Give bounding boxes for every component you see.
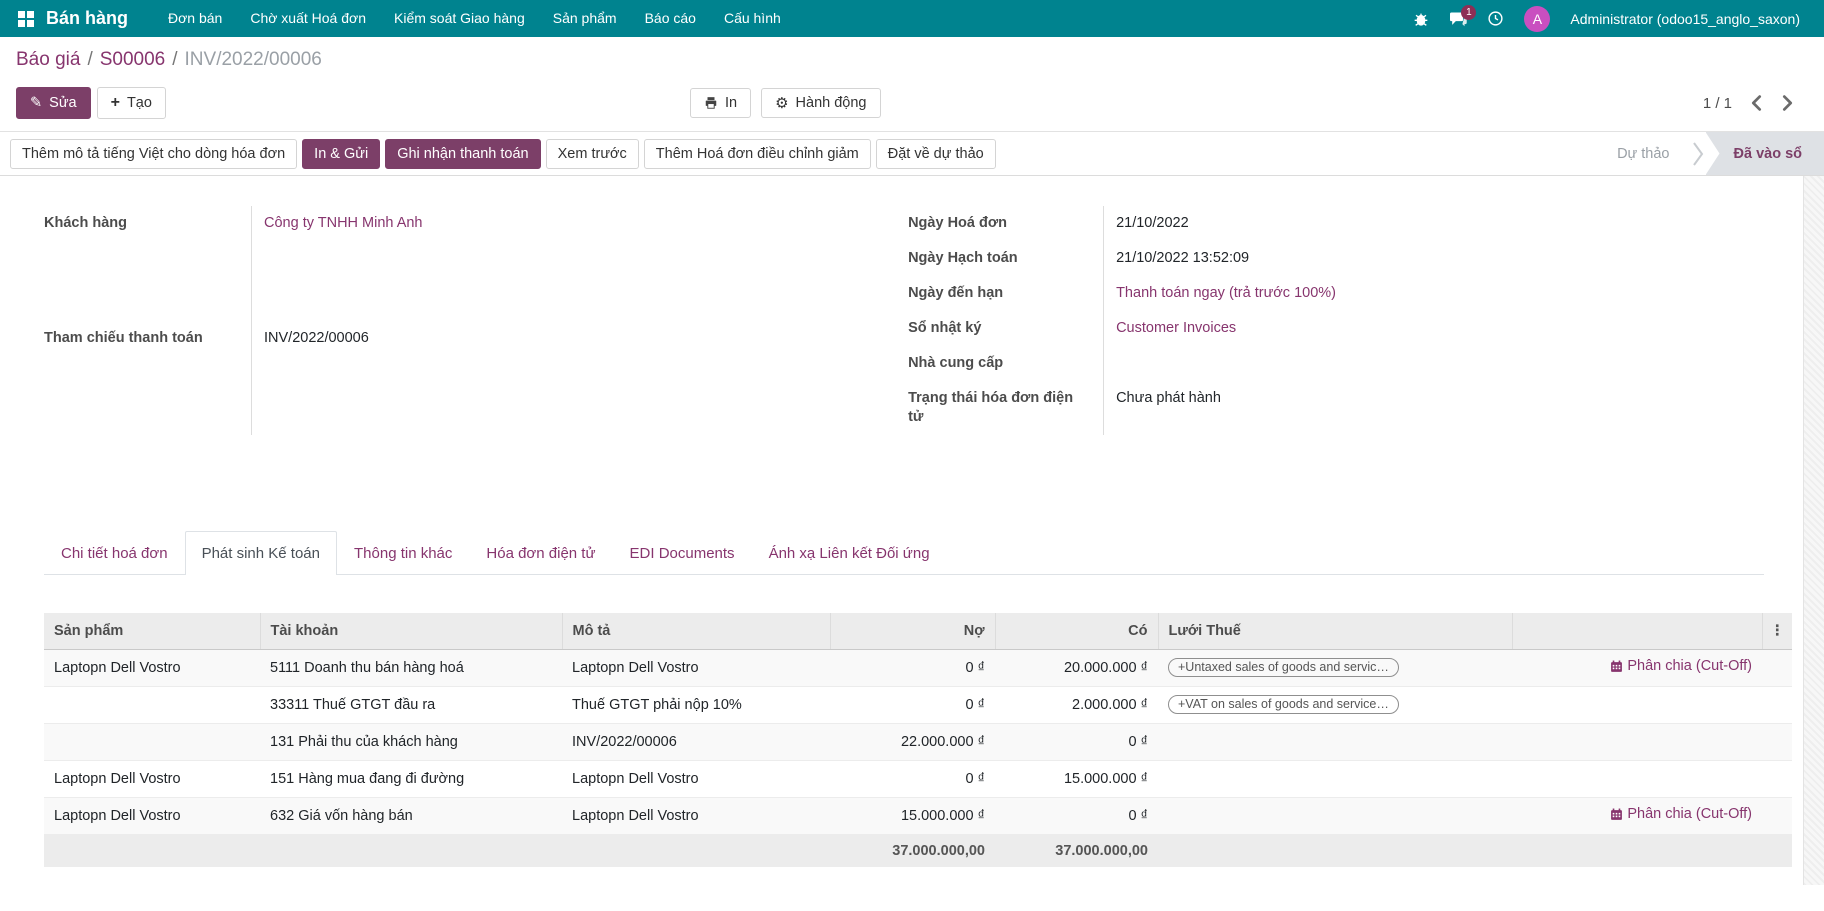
col-co[interactable]: Có [995,613,1158,649]
field-khach-hang: Khách hàng Công ty TNHH Minh Anh [44,206,864,321]
sheet-margin-pattern [1803,176,1824,885]
cutoff-link[interactable]: Phân chia (Cut-Off) [1610,658,1752,674]
notebook-tabs: Chi tiết hoá đơn Phát sinh Kế toán Thông… [44,530,1764,575]
user-menu[interactable]: Administrator (odoo15_anglo_saxon) [1570,11,1800,27]
status-du-thao[interactable]: Dự thảo [1601,132,1685,175]
apps-menu-icon[interactable] [18,11,34,27]
edit-button[interactable]: ✎Sửa [16,87,91,119]
col-mo-ta[interactable]: Mô tả [562,613,830,649]
total-credit: 37.000.000,00 [995,834,1158,867]
menu-cho-xuat-hoa-don[interactable]: Chờ xuất Hoá đơn [236,0,380,37]
pencil-icon: ✎ [30,95,42,111]
field-tham-chieu-thanh-toan: Tham chiếu thanh toán INV/2022/00006 [44,321,864,436]
table-row[interactable]: 33311 Thuế GTGT đầu ra Thuế GTGT phải nộ… [44,686,1792,723]
field-so-nhat-ky: Sổ nhật ký Customer Invoices [908,311,1764,346]
status-arrow-icon [1692,139,1704,169]
top-navbar: Bán hàng Đơn bán Chờ xuất Hoá đơn Kiểm s… [0,0,1824,37]
pager-counter: 1 / 1 [1703,95,1732,112]
cutoff-link[interactable]: Phân chia (Cut-Off) [1610,806,1752,822]
menu-kiem-soat-giao-hang[interactable]: Kiểm soát Giao hàng [380,0,539,37]
tax-grid-tag[interactable]: +VAT on sales of goods and service… [1168,695,1399,714]
pager-next-icon[interactable] [1781,95,1794,111]
btn-ghi-nhan-thanh-toan[interactable]: Ghi nhận thanh toán [385,139,540,169]
messages-badge: 1 [1461,5,1476,20]
tab-chi-tiet-hoa-don[interactable]: Chi tiết hoá đơn [44,531,185,575]
breadcrumb: Báo giá/S00006/INV/2022/00006 [16,49,1808,71]
tax-grid-tag[interactable]: +Untaxed sales of goods and servic… [1168,658,1399,677]
btn-them-mo-ta-tieng-viet[interactable]: Thêm mô tả tiếng Việt cho dòng hóa đơn [10,139,297,169]
menu-bao-cao[interactable]: Báo cáo [631,0,710,37]
form-group-right: Ngày Hoá đơn 21/10/2022 Ngày Hạch toán 2… [908,206,1764,435]
breadcrumb-s00006[interactable]: S00006 [100,49,166,70]
action-button[interactable]: ⚙ Hành động [761,88,880,118]
total-debit: 37.000.000,00 [830,834,995,867]
btn-them-hoa-don-dieu-chinh-giam[interactable]: Thêm Hoá đơn điều chỉnh giảm [644,139,871,169]
menu-san-pham[interactable]: Sản phẩm [539,0,631,37]
col-tai-khoan[interactable]: Tài khoản [260,613,562,649]
field-trang-thai-hoa-don-dien-tu: Trạng thái hóa đơn điện tử Chưa phát hàn… [908,381,1764,435]
journal-items-table: Sản phẩm Tài khoản Mô tả Nợ Có Lưới Thuế… [44,613,1792,867]
table-row[interactable]: 131 Phải thu của khách hàng INV/2022/000… [44,723,1792,760]
field-nha-cung-cap: Nhà cung cấp [908,346,1764,381]
form-sheet: Khách hàng Công ty TNHH Minh Anh Tham ch… [0,176,1824,885]
table-row[interactable]: Laptopn Dell Vostro 632 Giá vốn hàng bán… [44,797,1792,834]
control-panel: Báo giá/S00006/INV/2022/00006 ✎Sửa +Tạo … [0,37,1824,131]
debug-icon[interactable] [1413,11,1429,27]
table-header-row: Sản phẩm Tài khoản Mô tả Nợ Có Lưới Thuế… [44,613,1792,649]
tab-anh-xa-lien-ket-doi-ung[interactable]: Ánh xạ Liên kết Đối ứng [752,531,947,575]
status-da-vao-so[interactable]: Đã vào sổ [1706,132,1824,175]
create-button[interactable]: +Tạo [97,87,166,119]
tab-phat-sinh-ke-toan[interactable]: Phát sinh Kế toán [185,531,337,575]
btn-xem-truoc[interactable]: Xem trước [546,139,639,169]
activities-icon[interactable] [1487,10,1504,27]
col-no[interactable]: Nợ [830,613,995,649]
breadcrumb-bao-gia[interactable]: Báo giá [16,49,80,70]
avatar[interactable]: A [1524,6,1550,32]
btn-in-gui[interactable]: In & Gửi [302,139,380,169]
col-luoi-thue[interactable]: Lưới Thuế [1158,613,1512,649]
calendar-icon [1610,660,1623,673]
table-row[interactable]: Laptopn Dell Vostro 5111 Doanh thu bán h… [44,649,1792,686]
plus-icon: + [111,94,120,112]
field-ngay-hoa-don: Ngày Hoá đơn 21/10/2022 [908,206,1764,241]
tab-edi-documents[interactable]: EDI Documents [613,531,752,575]
messages-icon[interactable]: 1 [1449,11,1467,27]
col-san-pham[interactable]: Sản phẩm [44,613,260,649]
breadcrumb-separator: / [80,49,99,70]
menu-don-ban[interactable]: Đơn bán [154,0,236,37]
statusbar: Thêm mô tả tiếng Việt cho dòng hóa đơn I… [0,131,1824,176]
field-ngay-hach-toan: Ngày Hạch toán 21/10/2022 13:52:09 [908,241,1764,276]
table-row[interactable]: Laptopn Dell Vostro 151 Hàng mua đang đi… [44,760,1792,797]
main-menu: Đơn bán Chờ xuất Hoá đơn Kiểm soát Giao … [154,0,795,37]
breadcrumb-current: INV/2022/00006 [185,49,322,70]
breadcrumb-separator: / [165,49,184,70]
table-totals-row: 37.000.000,00 37.000.000,00 [44,834,1792,867]
print-button[interactable]: In [690,88,751,118]
field-ngay-den-han: Ngày đến hạn Thanh toán ngay (trả trước … [908,276,1764,311]
btn-dat-ve-du-thao[interactable]: Đặt về dự thảo [876,139,996,169]
calendar-icon [1610,808,1623,821]
status-steps: Dự thảo Đã vào sổ [1601,132,1824,175]
optional-columns-icon[interactable]: ⋮ [1762,613,1792,649]
tab-hoa-don-dien-tu[interactable]: Hóa đơn điện tử [469,531,612,575]
menu-cau-hinh[interactable]: Cấu hình [710,0,795,37]
col-extra [1512,613,1762,649]
pager: 1 / 1 [1703,95,1808,112]
pager-previous-icon[interactable] [1750,95,1763,111]
printer-icon [704,96,718,110]
gear-icon: ⚙ [775,96,788,111]
tab-thong-tin-khac[interactable]: Thông tin khác [337,531,469,575]
app-name[interactable]: Bán hàng [46,8,128,29]
form-group-left: Khách hàng Công ty TNHH Minh Anh Tham ch… [44,206,864,435]
